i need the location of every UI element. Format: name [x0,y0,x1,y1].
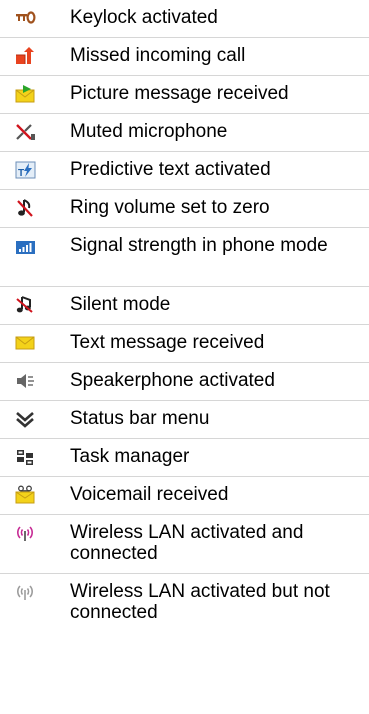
predictive-text-icon: T [0,159,46,180]
missed-call-icon [0,45,46,66]
signal-strength-icon [0,235,46,256]
row-label: Missed incoming call [70,45,246,66]
table-row: Silent mode [0,287,369,325]
table-row: Wireless LAN activated and connected [0,515,369,574]
speakerphone-icon [0,370,46,391]
row-label: Keylock activated [70,7,218,28]
table-row: Status bar menu [0,401,369,439]
table-row: Keylock activated [0,0,369,38]
ring-volume-zero-icon [0,197,46,218]
table-row: Muted microphone [0,114,369,152]
row-label: Ring volume set to zero [70,197,270,218]
voicemail-icon [0,484,46,505]
table-row: Text message received [0,325,369,363]
table-row: Missed incoming call [0,38,369,76]
wlan-connected-icon [0,522,46,543]
status-bar-menu-icon [0,408,46,429]
row-label: Predictive text activated [70,159,271,180]
row-label: Wireless LAN activated but not connected [70,581,330,623]
row-label: Wireless LAN activated and connected [70,522,304,564]
row-label: Text message received [70,332,265,353]
silent-mode-icon [0,294,46,315]
row-label: Signal strength in phone mode [70,235,328,256]
icon-legend-table: Keylock activated Missed incoming call P… [0,0,369,633]
row-label: Speakerphone activated [70,370,275,391]
table-row: Task manager [0,439,369,477]
table-row: Speakerphone activated [0,363,369,401]
picture-message-icon [0,83,46,104]
muted-microphone-icon [0,121,46,142]
row-label: Picture message received [70,83,289,104]
table-row: Voicemail received [0,477,369,515]
wlan-not-connected-icon [0,581,46,602]
table-row: Wireless LAN activated but not connected [0,574,369,633]
table-row: Picture message received [0,76,369,114]
table-row: T Predictive text activated [0,152,369,190]
keylock-icon [0,7,46,28]
text-message-icon [0,332,46,353]
table-row: Ring volume set to zero [0,190,369,228]
task-manager-icon [0,446,46,467]
row-label: Silent mode [70,294,171,315]
row-label: Voicemail received [70,484,229,505]
row-label: Status bar menu [70,408,210,429]
table-row: Signal strength in phone mode [0,228,369,287]
row-label: Task manager [70,446,190,467]
svg-text:T: T [18,168,24,179]
row-label: Muted microphone [70,121,228,142]
